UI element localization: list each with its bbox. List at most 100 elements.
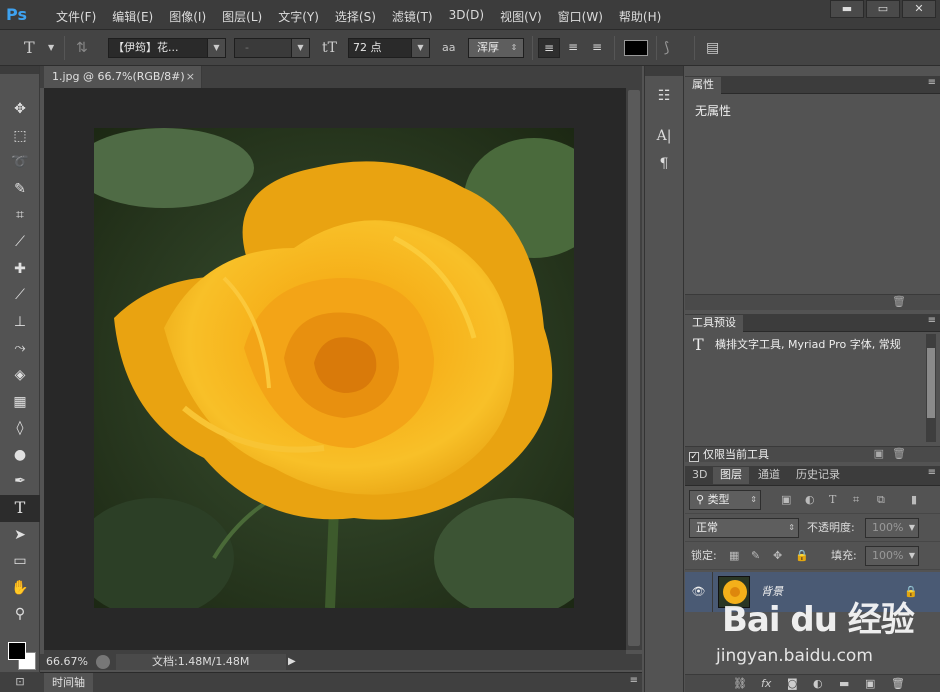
- close-button[interactable]: ✕: [902, 0, 936, 18]
- panel-grip[interactable]: [645, 66, 683, 76]
- paragraph-panel-icon[interactable]: ¶: [645, 150, 683, 178]
- tab-tool-presets[interactable]: 工具预设: [685, 315, 743, 332]
- filter-smart-object-icon[interactable]: ⧉: [877, 490, 885, 510]
- align-right-button[interactable]: ≡: [586, 38, 608, 58]
- panel-menu-icon[interactable]: ≡: [928, 467, 936, 478]
- menu-edit[interactable]: 编辑(E): [104, 8, 161, 25]
- trash-icon[interactable]: 🗑: [892, 447, 906, 460]
- new-layer-icon[interactable]: ▣: [865, 676, 875, 692]
- lock-pixels-icon[interactable]: ✎: [751, 546, 760, 566]
- menu-window[interactable]: 窗口(W): [550, 8, 611, 25]
- scrollbar-thumb[interactable]: [628, 90, 640, 646]
- timeline-tab[interactable]: 时间轴: [44, 673, 93, 692]
- panel-menu-icon[interactable]: ≡: [630, 675, 638, 686]
- zoom-tool-icon[interactable]: ⚲: [0, 601, 40, 628]
- visibility-eye-icon[interactable]: 👁: [685, 572, 713, 612]
- lasso-tool-icon[interactable]: ➰: [0, 149, 40, 176]
- text-orientation-icon[interactable]: ⇅: [76, 38, 88, 58]
- font-size-select[interactable]: 72 点 ▼: [348, 38, 430, 58]
- crop-tool-icon[interactable]: ⌗: [0, 202, 40, 229]
- minimize-button[interactable]: ▬: [830, 0, 864, 18]
- layer-filter-select[interactable]: ⚲ 类型 ⇕: [689, 490, 761, 510]
- status-info-icon[interactable]: [96, 655, 110, 669]
- restore-button[interactable]: ▭: [866, 0, 900, 18]
- clone-stamp-tool-icon[interactable]: ⊥: [0, 309, 40, 336]
- lock-all-icon[interactable]: 🔒: [795, 546, 809, 566]
- layer-style-fx-icon[interactable]: fx: [761, 676, 771, 692]
- history-brush-tool-icon[interactable]: ⤳: [0, 335, 40, 362]
- healing-brush-tool-icon[interactable]: ✚: [0, 256, 40, 283]
- tab-channels[interactable]: 通道: [751, 467, 787, 484]
- character-panel-icon[interactable]: A|: [645, 122, 683, 150]
- canvas-area[interactable]: [44, 88, 626, 650]
- trash-icon[interactable]: 🗑: [891, 676, 905, 692]
- quick-select-tool-icon[interactable]: ✎: [0, 176, 40, 203]
- blend-mode-select[interactable]: 正常 ⇕: [689, 518, 799, 538]
- new-preset-icon[interactable]: ▣: [874, 447, 884, 460]
- menu-filter[interactable]: 滤镜(T): [384, 8, 441, 25]
- foreground-color-swatch[interactable]: [8, 642, 26, 660]
- panel-menu-icon[interactable]: ≡: [928, 77, 936, 88]
- add-mask-icon[interactable]: ◙: [787, 676, 798, 692]
- status-menu-arrow-icon[interactable]: ▶: [288, 654, 296, 669]
- align-center-button[interactable]: ≡: [562, 38, 584, 58]
- warp-text-icon[interactable]: ⟆: [664, 38, 669, 58]
- text-color-swatch[interactable]: [624, 40, 648, 56]
- brush-tool-icon[interactable]: ⟋: [0, 282, 40, 309]
- preset-item[interactable]: T 横排文字工具, Myriad Pro 字体, 常规: [685, 334, 921, 356]
- fill-input[interactable]: 100% ▼: [865, 546, 919, 566]
- zoom-level[interactable]: 66.67%: [46, 654, 88, 669]
- filter-shape-icon[interactable]: ⌗: [853, 490, 859, 510]
- menu-view[interactable]: 视图(V): [492, 8, 550, 25]
- adjustment-layer-icon[interactable]: ◐: [813, 676, 823, 692]
- filter-toggle-icon[interactable]: ▮: [911, 490, 917, 510]
- path-select-tool-icon[interactable]: ➤: [0, 522, 40, 549]
- eraser-tool-icon[interactable]: ◈: [0, 362, 40, 389]
- menu-file[interactable]: 文件(F): [48, 8, 104, 25]
- dodge-tool-icon[interactable]: ●: [0, 442, 40, 469]
- marquee-tool-icon[interactable]: ⬚: [0, 123, 40, 150]
- tab-layers[interactable]: 图层: [713, 467, 749, 484]
- menu-type[interactable]: 文字(Y): [270, 8, 327, 25]
- font-style-select[interactable]: - ▼: [234, 38, 310, 58]
- tab-3d[interactable]: 3D: [685, 467, 714, 484]
- scrollbar-thumb[interactable]: [927, 348, 935, 418]
- character-panel-toggle-icon[interactable]: ▤: [706, 38, 719, 58]
- tab-properties[interactable]: 属性: [685, 77, 721, 94]
- new-group-icon[interactable]: ▬: [839, 676, 849, 692]
- screen-mode-icon[interactable]: ⊡: [0, 672, 40, 692]
- link-layers-icon[interactable]: ⛓: [733, 676, 747, 692]
- panel-menu-icon[interactable]: ≡: [928, 315, 936, 326]
- chevron-down-icon[interactable]: ▼: [48, 38, 54, 58]
- canvas-image-rose[interactable]: [94, 128, 574, 608]
- move-tool-icon[interactable]: ✥: [0, 96, 40, 123]
- close-icon[interactable]: ×: [186, 66, 195, 88]
- document-tab[interactable]: 1.jpg @ 66.7%(RGB/8#) ×: [44, 66, 202, 88]
- rectangle-tool-icon[interactable]: ▭: [0, 548, 40, 575]
- current-tool-only-checkbox[interactable]: ✓ 仅限当前工具: [689, 447, 769, 463]
- menu-layer[interactable]: 图层(L): [214, 8, 270, 25]
- eyedropper-tool-icon[interactable]: ⟋: [0, 229, 40, 256]
- menu-image[interactable]: 图像(I): [161, 8, 214, 25]
- tab-history[interactable]: 历史记录: [789, 467, 847, 484]
- opacity-input[interactable]: 100% ▼: [865, 518, 919, 538]
- hand-tool-icon[interactable]: ✋: [0, 575, 40, 602]
- antialias-select[interactable]: 浑厚 ⇕: [468, 38, 524, 58]
- gradient-tool-icon[interactable]: ▦: [0, 389, 40, 416]
- font-family-select[interactable]: 【伊筠】花... ▼: [108, 38, 226, 58]
- menu-3d[interactable]: 3D(D): [441, 8, 492, 25]
- lock-transparent-icon[interactable]: ▦: [729, 546, 739, 566]
- align-left-button[interactable]: ≡: [538, 38, 560, 58]
- history-panel-icon[interactable]: ☷: [645, 82, 683, 110]
- pen-tool-icon[interactable]: ✒: [0, 468, 40, 495]
- type-tool-icon[interactable]: T: [0, 494, 40, 522]
- trash-icon[interactable]: 🗑: [892, 295, 906, 308]
- vertical-scrollbar[interactable]: [626, 88, 642, 650]
- blur-tool-icon[interactable]: ◊: [0, 415, 40, 442]
- type-tool-preset-icon[interactable]: T: [24, 38, 35, 58]
- menu-help[interactable]: 帮助(H): [611, 8, 669, 25]
- menu-select[interactable]: 选择(S): [327, 8, 384, 25]
- toolbar-grip[interactable]: [0, 66, 39, 74]
- filter-type-icon[interactable]: T: [829, 490, 836, 510]
- filter-pixel-icon[interactable]: ▣: [781, 490, 791, 510]
